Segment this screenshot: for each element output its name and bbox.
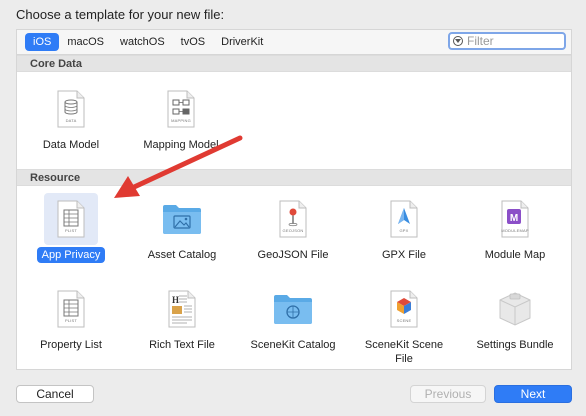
template-label: Rich Text File bbox=[149, 339, 215, 351]
template-scenekit-catalog[interactable]: SceneKit Catalog bbox=[241, 283, 345, 353]
template-chooser-dialog: Choose a template for your new file: iOS… bbox=[0, 0, 586, 416]
tab-tvos[interactable]: tvOS bbox=[173, 33, 213, 51]
platform-tabs: iOS macOS watchOS tvOS DriverKit bbox=[25, 33, 271, 51]
template-label: Asset Catalog bbox=[147, 249, 217, 261]
tab-watchos[interactable]: watchOS bbox=[112, 33, 173, 51]
previous-button[interactable]: Previous bbox=[410, 385, 486, 403]
filter-input[interactable] bbox=[463, 34, 559, 48]
next-button[interactable]: Next bbox=[494, 385, 572, 403]
filter-field[interactable] bbox=[448, 32, 566, 50]
scenekit-catalog-folder-icon bbox=[274, 295, 312, 324]
template-scenekit-scene-file[interactable]: SCENE SceneKit Scene File bbox=[352, 283, 456, 367]
template-label: Settings Bundle bbox=[476, 339, 554, 351]
tab-driverkit[interactable]: DriverKit bbox=[213, 33, 271, 51]
template-label: GPX File bbox=[381, 249, 426, 261]
dialog-title: Choose a template for your new file: bbox=[16, 7, 225, 22]
geojson-document-icon: GEOJSON bbox=[278, 200, 308, 238]
plist-document-icon: PLIST bbox=[56, 290, 86, 328]
cancel-button[interactable]: Cancel bbox=[16, 385, 94, 403]
scenekit-scene-document-icon: SCENE bbox=[389, 290, 419, 328]
tab-macos[interactable]: macOS bbox=[59, 33, 112, 51]
annotation-arrow-icon bbox=[114, 135, 243, 198]
tab-ios[interactable]: iOS bbox=[25, 33, 60, 51]
section-header-resource: Resource bbox=[17, 169, 571, 186]
template-label: GeoJSON File bbox=[257, 249, 329, 261]
data-model-document-icon: DATA bbox=[56, 90, 86, 128]
section-header-core-data: Core Data bbox=[17, 55, 571, 72]
rich-text-document-icon: H bbox=[167, 290, 197, 328]
template-module-map[interactable]: M MODULEMAP Module Map bbox=[463, 193, 567, 263]
module-map-document-icon: M MODULEMAP bbox=[500, 200, 530, 238]
mapping-model-document-icon: MAPPING bbox=[166, 90, 196, 128]
template-label: Property List bbox=[40, 339, 102, 351]
platform-bar: iOS macOS watchOS tvOS DriverKit bbox=[16, 29, 572, 54]
template-label: App Privacy bbox=[36, 247, 106, 263]
plist-document-icon: PLIST bbox=[56, 200, 86, 238]
template-rich-text-file[interactable]: H Rich Text File bbox=[130, 283, 234, 353]
filter-icon bbox=[453, 36, 463, 46]
template-label: Data Model bbox=[42, 139, 100, 151]
template-label: Module Map bbox=[484, 249, 546, 261]
svg-text:H: H bbox=[172, 295, 179, 305]
svg-text:M: M bbox=[510, 213, 518, 224]
template-list: Core Data DATA Data Model MAPPING Mappin… bbox=[16, 54, 572, 370]
template-label: SceneKit Catalog bbox=[250, 339, 336, 351]
template-gpx-file[interactable]: GPX GPX File bbox=[352, 193, 456, 263]
template-property-list[interactable]: PLIST Property List bbox=[19, 283, 123, 353]
asset-catalog-folder-icon bbox=[163, 205, 201, 234]
template-label: SceneKit Scene File bbox=[364, 339, 444, 365]
template-settings-bundle[interactable]: Settings Bundle bbox=[463, 283, 567, 353]
gpx-document-icon: GPX bbox=[389, 200, 419, 238]
template-geojson-file[interactable]: GEOJSON GeoJSON File bbox=[241, 193, 345, 263]
settings-bundle-icon bbox=[499, 292, 531, 326]
